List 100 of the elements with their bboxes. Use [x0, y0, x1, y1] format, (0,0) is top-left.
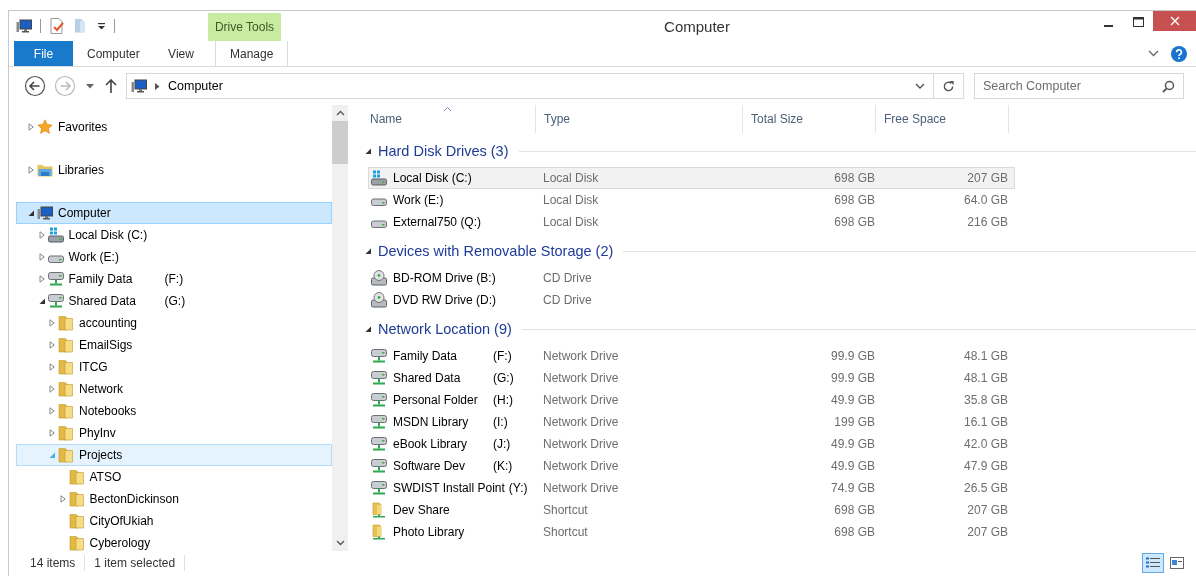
- drive-row[interactable]: BD-ROM Drive (B:) CD Drive: [368, 267, 1015, 289]
- ribbon-tab[interactable]: View: [152, 41, 210, 66]
- group-header[interactable]: Network Location (9): [378, 321, 512, 337]
- network-drive-icon: [47, 271, 64, 287]
- tree-item[interactable]: PhyInv: [16, 422, 332, 444]
- scrollbar[interactable]: [332, 105, 348, 551]
- folder-icon: [58, 359, 74, 375]
- drive-row[interactable]: External750 (Q:) Local Disk 698 GB 216 GB: [368, 211, 1015, 233]
- properties-icon[interactable]: [49, 18, 65, 34]
- expand-arrow-icon[interactable]: [48, 363, 56, 371]
- expand-arrow-icon[interactable]: [48, 341, 56, 349]
- computer-icon: [16, 18, 32, 34]
- group-header[interactable]: Devices with Removable Storage (2): [378, 243, 614, 259]
- tree-item[interactable]: Family Data (F:): [16, 268, 332, 290]
- free-space-cell-text: 47.9 GB: [963, 459, 1009, 473]
- tree-item[interactable]: accounting: [16, 312, 332, 334]
- expand-arrow-icon[interactable]: [48, 385, 56, 393]
- tree-item[interactable]: Projects: [16, 444, 332, 466]
- help-icon[interactable]: [1171, 45, 1187, 62]
- customize-dropdown-icon[interactable]: [97, 22, 106, 30]
- address-field[interactable]: Computer: [126, 73, 964, 99]
- expand-arrow-icon[interactable]: [37, 253, 46, 261]
- back-icon[interactable]: [24, 75, 46, 97]
- tree-item[interactable]: BectonDickinson: [16, 488, 332, 510]
- tree-item[interactable]: Shared Data (G:): [16, 290, 332, 312]
- tree-item[interactable]: Work (E:): [16, 246, 332, 268]
- tree-item[interactable]: Local Disk (C:): [16, 224, 332, 246]
- collapse-arrow-icon[interactable]: [364, 325, 372, 333]
- details-view-button[interactable]: [1142, 553, 1164, 573]
- expand-arrow-icon[interactable]: [58, 495, 67, 503]
- drive-row[interactable]: eBook Library (J:) Network Drive 49.9 GB 42.0 GB: [368, 433, 1015, 455]
- dropdown-icon[interactable]: [915, 82, 925, 90]
- tree-item[interactable]: EmailSigs: [16, 334, 332, 356]
- file-tab[interactable]: File: [14, 41, 73, 66]
- recent-locations-icon[interactable]: [86, 83, 94, 89]
- contextual-tab-header: Drive Tools: [208, 13, 281, 41]
- scroll-thumb[interactable]: [332, 121, 348, 164]
- column-header[interactable]: Name: [362, 105, 536, 133]
- network-drive-icon: [371, 458, 387, 474]
- drive-row[interactable]: Photo Library Shortcut 698 GB 207 GB: [368, 521, 1015, 543]
- drive-row[interactable]: Shared Data (G:) Network Drive 99.9 GB 48.1 GB: [368, 367, 1015, 389]
- name-cell: DVD RW Drive (D:): [393, 293, 497, 307]
- collapse-arrow-icon[interactable]: [37, 297, 46, 305]
- drive-row[interactable]: Dev Share Shortcut 698 GB 207 GB: [368, 499, 1015, 521]
- network-drive-icon: [371, 414, 387, 430]
- folder-icon: [37, 162, 53, 178]
- column-header[interactable]: Free Space: [876, 105, 1009, 133]
- tree-item[interactable]: Favorites: [16, 116, 332, 138]
- drive-row[interactable]: DVD RW Drive (D:) CD Drive: [368, 289, 1015, 311]
- expand-arrow-icon[interactable]: [48, 407, 56, 415]
- name-cell: Personal Folder (H:): [393, 393, 513, 407]
- column-header[interactable]: Total Size: [743, 105, 876, 133]
- drive-row[interactable]: Work (E:) Local Disk 698 GB 64.0 GB: [368, 189, 1015, 211]
- free-space-cell-text: 35.8 GB: [963, 393, 1009, 407]
- collapse-arrow-icon[interactable]: [27, 209, 35, 217]
- tree-item[interactable]: Libraries: [16, 159, 332, 181]
- folder-icon: [58, 315, 74, 331]
- expand-arrow-icon[interactable]: [37, 231, 46, 239]
- ribbon-tab[interactable]: Computer: [73, 41, 152, 66]
- group-header[interactable]: Hard Disk Drives (3): [378, 143, 509, 159]
- type-cell-text: CD Drive: [543, 271, 593, 285]
- expand-arrow-icon[interactable]: [27, 123, 35, 131]
- name-cell: BD-ROM Drive (B:): [393, 271, 496, 285]
- tree-item[interactable]: ATSO: [16, 466, 332, 488]
- type-cell-text: CD Drive: [543, 293, 593, 307]
- column-header[interactable]: Type: [536, 105, 743, 133]
- drive-row[interactable]: MSDN Library (I:) Network Drive 199 GB 16.1 GB: [368, 411, 1015, 433]
- tree-item[interactable]: Notebooks: [16, 400, 332, 422]
- name-cell: SWDIST Install Point (Y:): [393, 481, 528, 495]
- expand-ribbon-icon[interactable]: [1148, 50, 1159, 57]
- size-cell-text: 698 GB: [834, 193, 876, 207]
- collapse-arrow-icon[interactable]: [364, 247, 372, 255]
- drive-row[interactable]: SWDIST Install Point (Y:) Network Drive 74.9 GB 26.5 GB: [368, 477, 1015, 499]
- type-cell-text: Network Drive: [543, 437, 620, 451]
- drive-row[interactable]: Local Disk (C:) Local Disk 698 GB 207 GB: [368, 167, 1015, 189]
- tree-item[interactable]: Cyberology: [16, 532, 332, 551]
- tree-item[interactable]: CityOfUkiah: [16, 510, 332, 532]
- expand-arrow-icon[interactable]: [37, 275, 46, 283]
- collapse-arrow-icon[interactable]: [364, 147, 372, 155]
- drive-row[interactable]: Personal Folder (H:) Network Drive 49.9 GB 35.8 GB: [368, 389, 1015, 411]
- size-cell-text: 698 GB: [834, 171, 876, 185]
- scroll-down-icon[interactable]: [335, 540, 345, 546]
- expand-arrow-icon[interactable]: [48, 319, 56, 327]
- size-cell-text: 698 GB: [834, 503, 876, 517]
- breadcrumb-arrow-icon[interactable]: [155, 82, 160, 90]
- refresh-icon[interactable]: [942, 79, 955, 93]
- expand-arrow-icon[interactable]: [48, 429, 56, 437]
- name-cell: Photo Library: [393, 525, 465, 539]
- tree-item[interactable]: ITCG: [16, 356, 332, 378]
- expand-arrow-icon[interactable]: [27, 166, 35, 174]
- item-count: 14 items: [30, 556, 76, 570]
- scroll-up-icon[interactable]: [335, 110, 345, 116]
- free-space-cell-text: 207 GB: [967, 525, 1009, 539]
- up-arrow-icon[interactable]: [105, 79, 117, 93]
- tree-item[interactable]: Computer: [16, 202, 332, 224]
- search-field[interactable]: Search Computer: [974, 73, 1184, 99]
- drive-row[interactable]: Family Data (F:) Network Drive 99.9 GB 48.1 GB: [368, 345, 1015, 367]
- size-cell-text: 99.9 GB: [830, 349, 876, 363]
- tree-item[interactable]: Network: [16, 378, 332, 400]
- drive-row[interactable]: Software Dev (K:) Network Drive 49.9 GB 47.9 GB: [368, 455, 1015, 477]
